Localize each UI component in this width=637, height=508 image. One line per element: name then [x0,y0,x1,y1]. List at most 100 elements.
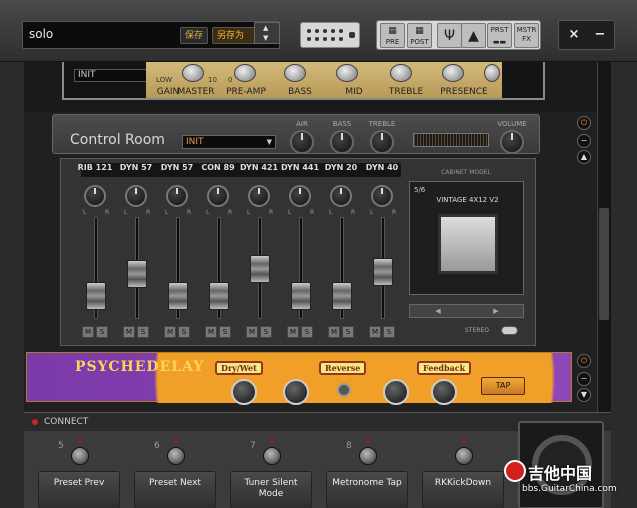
pan-right-label: R [105,209,110,216]
chevron-up-icon[interactable]: ▲ [577,150,591,164]
channel-name: DYN 421 [239,163,279,172]
solo-button[interactable]: S [342,326,354,338]
footswitch-button[interactable] [167,447,185,465]
bass-knob[interactable] [336,64,358,82]
footswitch-number: 5 [58,441,64,451]
mute-button[interactable]: M [123,326,135,338]
level-meter [413,133,489,147]
solo-button[interactable]: S [178,326,190,338]
control-room-preset-dropdown[interactable]: INIT ▼ [182,135,276,149]
dry-wet-label: Dry/Wet [215,361,263,375]
pre-amp-knob[interactable] [284,64,306,82]
bass-knob[interactable] [330,130,354,154]
rack-scroll-thumb[interactable] [599,208,609,320]
footswitch-button[interactable] [263,447,281,465]
chevron-left-icon[interactable]: ◀ [410,305,466,317]
pan-knob[interactable] [166,185,188,207]
fader-handle[interactable] [168,282,188,311]
fader-handle[interactable] [86,282,106,311]
dot-icon [331,37,335,41]
footswitch-label-box[interactable]: Metronome Tap [326,471,408,508]
watermark-url: bbs.GuitarChina.com [522,484,617,494]
footswitch-label-box[interactable]: Preset Next [134,471,216,508]
dry-wet-knob[interactable] [231,379,257,405]
preset-browser-button[interactable]: PRST ▬▬ [487,23,512,48]
mute-button[interactable]: M [369,326,381,338]
gain-knob[interactable] [182,64,204,82]
air-knob[interactable] [290,130,314,154]
channel-name: RIB 121 [77,163,113,172]
footswitch-label-box[interactable]: RKKickDown [422,471,504,508]
solo-button[interactable]: S [260,326,272,338]
pan-knob[interactable] [125,185,147,207]
fader-handle[interactable] [332,282,352,311]
pan-right-label: R [187,209,192,216]
stereo-toggle[interactable] [501,326,518,335]
pan-knob[interactable] [330,185,352,207]
footswitch-button[interactable] [359,447,377,465]
treble-knob[interactable] [442,64,464,82]
mute-button[interactable]: M [246,326,258,338]
pre-button[interactable]: ▦ PRE [380,23,405,48]
pan-left-label: L [165,209,169,216]
minimize-icon[interactable]: − [577,372,591,386]
mute-button[interactable]: M [164,326,176,338]
reverse-switch[interactable] [337,383,351,397]
mute-button[interactable]: M [205,326,217,338]
rack-view-button[interactable] [300,22,360,48]
fader-handle[interactable] [291,282,311,311]
up-arrow-icon[interactable]: ▲ [263,24,268,32]
fader-handle[interactable] [250,255,270,284]
fader-handle[interactable] [209,282,229,311]
tap-button[interactable]: TAP [481,377,525,395]
solo-button[interactable]: S [301,326,313,338]
footswitch-button[interactable] [455,447,473,465]
power-icon[interactable]: ⏻ [577,116,591,130]
footswitch-led [462,439,466,445]
pitch-knob[interactable] [383,379,409,405]
solo-button[interactable]: S [383,326,395,338]
fader-handle[interactable] [127,259,147,288]
metronome-button[interactable]: ▲ [461,23,486,48]
pan-knob[interactable] [84,185,106,207]
mute-button[interactable]: M [328,326,340,338]
minimize-icon[interactable]: − [589,25,611,45]
pan-knob[interactable] [207,185,229,207]
chevron-right-icon[interactable]: ▶ [468,305,524,317]
footswitch-label-box[interactable]: Preset Prev [38,471,120,508]
footswitch-number: 7 [250,441,256,451]
feedback-knob[interactable] [431,379,457,405]
preset-name-box[interactable]: solo 保存 另存为 [22,21,280,49]
footswitch-button[interactable] [71,447,89,465]
master-fx-button[interactable]: MSTR FX [514,23,539,48]
pan-right-label: R [351,209,356,216]
chevron-down-icon[interactable]: ▼ [577,388,591,402]
solo-button[interactable]: S [96,326,108,338]
power-icon[interactable]: ⏻ [577,354,591,368]
volume-knob[interactable] [500,130,524,154]
connect-label: CONNECT [44,417,89,427]
pan-knob[interactable] [371,185,393,207]
fader-handle[interactable] [373,258,393,287]
minimize-icon[interactable]: − [577,134,591,148]
treble-knob[interactable] [370,130,394,154]
preset-stepper[interactable]: ▲ ▼ [254,22,280,44]
metronome-icon: ▲ [468,28,479,44]
footswitch-label-box[interactable]: Tuner Silent Mode [230,471,312,508]
presence-knob[interactable] [484,64,500,82]
pan-left-label: L [370,209,374,216]
post-button[interactable]: ▦ POST [407,23,432,48]
pan-knob[interactable] [289,185,311,207]
save-button[interactable]: 保存 [180,27,208,44]
mute-button[interactable]: M [287,326,299,338]
pan-knob[interactable] [248,185,270,207]
master-knob[interactable] [234,64,256,82]
mid-knob[interactable] [390,64,412,82]
down-arrow-icon[interactable]: ▼ [263,34,268,42]
solo-button[interactable]: S [219,326,231,338]
close-icon[interactable]: × [563,25,585,45]
mute-button[interactable]: M [82,326,94,338]
solo-button[interactable]: S [137,326,149,338]
time-knob[interactable] [283,379,309,405]
tuner-button[interactable]: Ψ [437,23,462,48]
